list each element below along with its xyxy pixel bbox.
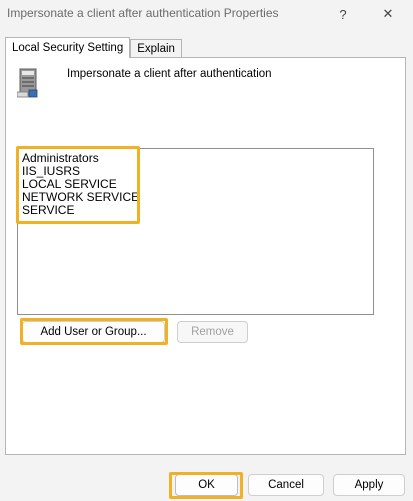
tab-strip: Local Security Setting Explain: [5, 37, 182, 58]
tab-explain[interactable]: Explain: [130, 39, 182, 58]
close-button[interactable]: ✕: [368, 0, 408, 28]
tab-local-security-setting[interactable]: Local Security Setting: [5, 37, 131, 58]
title-bar: Impersonate a client after authenticatio…: [0, 0, 413, 30]
apply-button[interactable]: Apply: [333, 474, 405, 496]
list-item[interactable]: SERVICE: [22, 204, 139, 217]
help-icon: ?: [339, 6, 347, 22]
add-user-or-group-button[interactable]: Add User or Group...: [22, 321, 165, 343]
remove-button[interactable]: Remove: [177, 321, 248, 343]
principals-list: Administrators IIS_IUSRS LOCAL SERVICE N…: [22, 152, 139, 217]
server-computer-icon: [17, 68, 38, 98]
help-button[interactable]: ?: [323, 0, 363, 28]
ok-button[interactable]: OK: [175, 474, 238, 496]
cancel-button[interactable]: Cancel: [248, 474, 324, 496]
policy-name: Impersonate a client after authenticatio…: [67, 68, 272, 80]
close-icon: ✕: [382, 6, 394, 21]
window-title: Impersonate a client after authenticatio…: [7, 6, 279, 20]
principals-listbox[interactable]: Administrators IIS_IUSRS LOCAL SERVICE N…: [17, 148, 374, 315]
